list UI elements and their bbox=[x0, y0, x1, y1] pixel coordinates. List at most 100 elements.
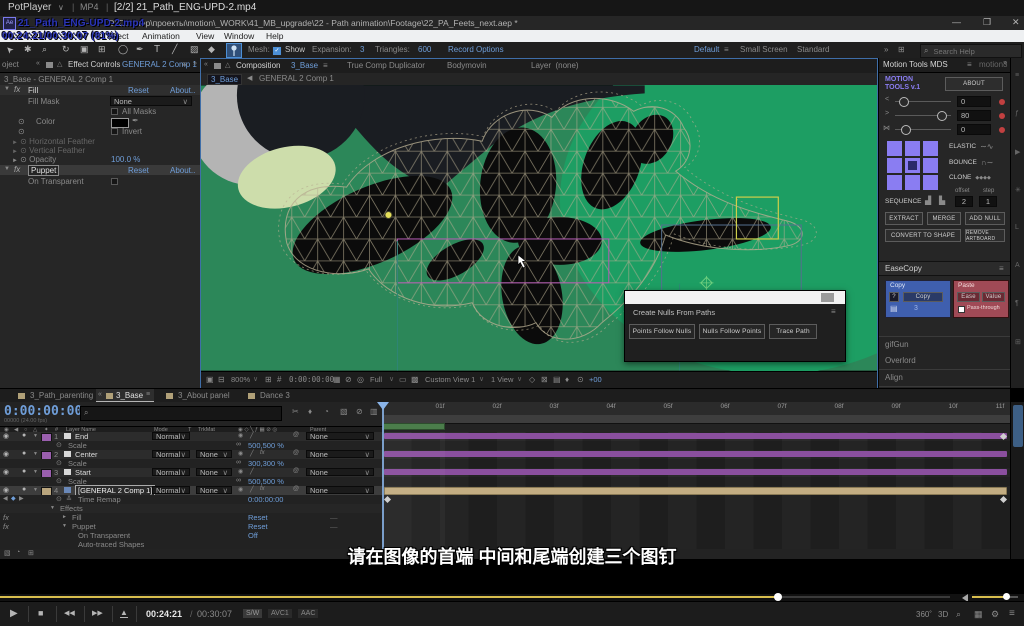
search-help-box[interactable]: ⌕ bbox=[920, 44, 1022, 58]
dock-info-icon[interactable]: ≡ bbox=[1015, 72, 1019, 79]
opacity-value[interactable]: 100.0 % bbox=[111, 155, 140, 164]
eye-icon[interactable]: ◉ bbox=[3, 486, 9, 494]
rotate-tool-icon[interactable]: ↻ bbox=[62, 44, 70, 55]
dialog-titlebar[interactable] bbox=[625, 291, 845, 304]
extract-button[interactable]: EXTRACT bbox=[885, 212, 923, 225]
stopwatch-icon[interactable]: ⊙ bbox=[56, 495, 62, 503]
layer-bar-center[interactable] bbox=[384, 451, 1007, 457]
anchor-center[interactable] bbox=[905, 158, 920, 173]
layer-name[interactable]: Start bbox=[75, 468, 91, 477]
on-transparent-checkbox[interactable] bbox=[111, 178, 118, 185]
audio-codec-badge[interactable]: AAC bbox=[298, 609, 318, 618]
parent-dropdown[interactable]: None∨ bbox=[306, 432, 374, 440]
rgb-icon[interactable]: ◎ bbox=[357, 375, 364, 384]
anchor-top-left[interactable] bbox=[887, 141, 902, 156]
nulls-follow-points-button[interactable]: Nulls Follow Points bbox=[699, 324, 765, 339]
chevron-more-icon[interactable]: » bbox=[884, 45, 888, 54]
time-remap-value[interactable]: 0:00:00:00 bbox=[248, 495, 283, 504]
scrollbar-thumb[interactable] bbox=[1013, 405, 1023, 447]
breadcrumb-parent[interactable]: GENERAL 2 Comp 1 bbox=[259, 74, 334, 83]
tab-motion-tools[interactable]: Motion Tools MDS bbox=[883, 60, 948, 69]
pen-tool-icon[interactable]: ✒ bbox=[136, 44, 144, 55]
expand-arrow-icon[interactable]: ▼ bbox=[33, 469, 38, 475]
panel-overlord[interactable]: Overlord bbox=[879, 353, 1011, 370]
puppet-row-label[interactable]: Puppet bbox=[72, 522, 96, 531]
record-dot[interactable] bbox=[999, 99, 1005, 105]
expansion-value[interactable]: 3 bbox=[360, 45, 364, 54]
slider3-knob[interactable] bbox=[901, 125, 911, 135]
menu-window[interactable]: Window bbox=[224, 31, 254, 41]
volume-level[interactable] bbox=[972, 596, 1006, 598]
timeline-ruler[interactable]: 01f 02f 03f 04f 05f 06f 07f 08f 09f 10f … bbox=[383, 402, 1010, 416]
easecopy-header[interactable]: EaseCopy ≡ bbox=[879, 261, 1011, 276]
workspace-default[interactable]: Default bbox=[694, 45, 719, 54]
video-codec-badge[interactable]: AVC1 bbox=[268, 609, 292, 618]
trkmat-dropdown[interactable]: None∨ bbox=[196, 450, 232, 458]
fill-mask-dropdown[interactable]: None∨ bbox=[110, 96, 192, 106]
mode-dropdown[interactable]: Normal∨ bbox=[152, 432, 190, 440]
on-transparent-value[interactable]: Off bbox=[248, 531, 258, 540]
layer-bar-general-comp[interactable] bbox=[384, 487, 1007, 495]
dialog-menu-icon[interactable]: ≡ bbox=[831, 307, 836, 316]
stop-button[interactable]: ■ bbox=[38, 608, 43, 618]
stairs-down-icon[interactable]: ▙ bbox=[939, 196, 945, 205]
safe-margins-icon[interactable]: ⊞ bbox=[265, 375, 272, 384]
triangles-value[interactable]: 600 bbox=[418, 45, 431, 54]
timeline-scrollbar[interactable] bbox=[1010, 402, 1024, 559]
timeline-search-box[interactable]: ⌕ bbox=[80, 406, 282, 421]
parent-dropdown[interactable]: None∨ bbox=[306, 468, 374, 476]
stopwatch-icon[interactable]: ⊙ bbox=[56, 477, 62, 485]
anchor-top-right[interactable] bbox=[923, 141, 938, 156]
timeline-tab-dance3[interactable]: Dance 3 bbox=[260, 391, 290, 400]
parent-pickwhip-icon[interactable]: @ bbox=[293, 432, 299, 438]
stairs-up-icon[interactable]: ▟ bbox=[925, 196, 931, 205]
breadcrumb-active[interactable]: 3_Base bbox=[207, 74, 242, 85]
playlist-panel-icon[interactable]: ▦ bbox=[974, 609, 983, 620]
play-button[interactable]: ▶ bbox=[10, 608, 18, 619]
fill-reset-link[interactable]: Reset bbox=[128, 86, 149, 95]
anchor-mid-left[interactable] bbox=[887, 158, 902, 173]
panel-menu-icon[interactable]: ≡ bbox=[146, 391, 150, 398]
slider2-knob[interactable] bbox=[937, 111, 947, 121]
sequence-step-value[interactable]: 1 bbox=[979, 196, 997, 207]
anchor-bottom-center[interactable] bbox=[905, 175, 920, 190]
layer-bar-end[interactable] bbox=[384, 433, 1007, 439]
solo-icon[interactable]: ● bbox=[22, 450, 26, 457]
snapshot-camera-icon[interactable]: ▦ bbox=[333, 375, 341, 384]
close-icon[interactable]: ✕ bbox=[1012, 17, 1020, 28]
puppet-reset-link[interactable]: Reset bbox=[248, 522, 268, 531]
playlist-search-icon[interactable]: ⌕ bbox=[956, 609, 961, 620]
stamp-tool-icon[interactable]: ▨ bbox=[190, 44, 199, 55]
parent-pickwhip-icon[interactable]: @ bbox=[293, 468, 299, 474]
video-3d-button[interactable]: 3D bbox=[938, 610, 948, 619]
layer-bar-start[interactable] bbox=[384, 469, 1007, 475]
track-row-general-comp[interactable] bbox=[383, 486, 1010, 495]
timeline-timecode[interactable]: 0:00:00:00 bbox=[4, 404, 82, 419]
composition-viewport[interactable]: Create Nulls From Paths ≡ Points Follow … bbox=[201, 85, 877, 371]
panel-align[interactable]: Align bbox=[879, 370, 1011, 387]
time-remap-label[interactable]: Time Remap bbox=[78, 495, 121, 504]
dock-effects-icon[interactable]: ✳ bbox=[1015, 186, 1021, 194]
fill-reset-link[interactable]: Reset bbox=[248, 513, 268, 522]
panel-icon[interactable]: ⊞ bbox=[898, 45, 905, 54]
stopwatch-icon[interactable]: ⊙ bbox=[56, 441, 62, 449]
sequence-offset-value[interactable]: 2 bbox=[955, 196, 973, 207]
timeline-jump-icon[interactable]: ▤ bbox=[553, 375, 561, 384]
add-null-button[interactable]: ADD NULL bbox=[965, 212, 1005, 225]
layer-name[interactable]: End bbox=[75, 432, 88, 441]
eyedropper-icon[interactable]: ✒ bbox=[132, 116, 139, 125]
volume-knob[interactable] bbox=[1003, 593, 1010, 600]
mode-dropdown[interactable]: Normal∨ bbox=[152, 486, 190, 494]
resolution-value[interactable]: Full bbox=[370, 375, 382, 384]
keyframe-icon[interactable] bbox=[1000, 496, 1007, 503]
next-button[interactable]: ▶▶ bbox=[92, 609, 103, 617]
record-dot[interactable] bbox=[999, 113, 1005, 119]
copy-button[interactable]: Copy bbox=[903, 292, 943, 302]
maximize-icon[interactable]: ❐ bbox=[983, 17, 991, 28]
mask-toggle-icon[interactable]: # bbox=[277, 375, 281, 384]
puppet-reset-link[interactable]: Reset bbox=[128, 166, 149, 175]
dock-preview-icon[interactable]: ▶ bbox=[1015, 148, 1020, 156]
view-layout[interactable]: Custom View 1 bbox=[425, 375, 475, 384]
tab-bodymovin[interactable]: Bodymovin bbox=[447, 61, 487, 70]
expand-arrow-icon[interactable]: ▼ bbox=[33, 451, 38, 457]
